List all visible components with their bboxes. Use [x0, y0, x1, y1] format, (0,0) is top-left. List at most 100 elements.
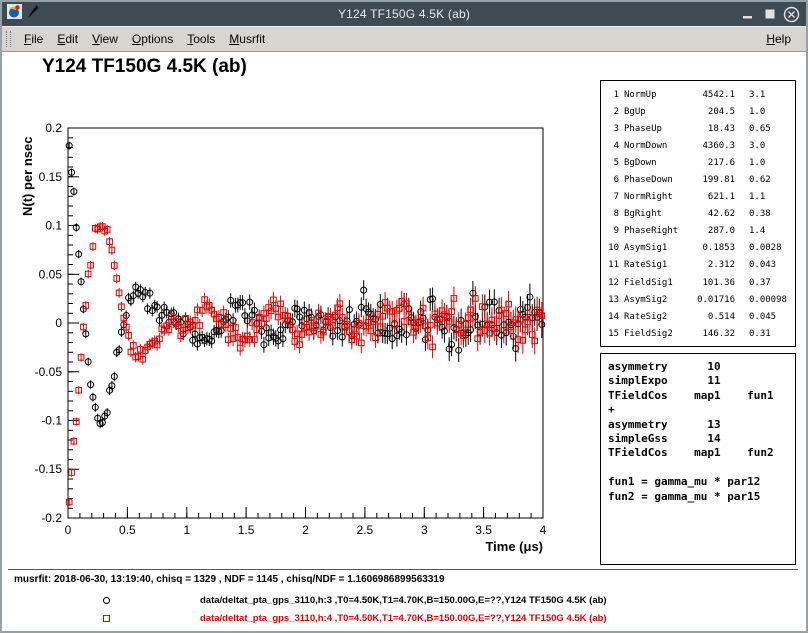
- menu-item-options[interactable]: Options: [125, 27, 180, 51]
- app-window: Y124 TF150G 4.5K (ab) FileEditViewOption…: [0, 0, 808, 633]
- svg-text:0.05: 0.05: [39, 267, 63, 281]
- param-name: BgDown: [619, 158, 695, 168]
- svg-text:-0.1: -0.1: [41, 414, 62, 428]
- menu-item-edit[interactable]: Edit: [50, 27, 85, 51]
- menu-items: FileEditViewOptionsToolsMusrfit: [17, 27, 272, 51]
- param-row: 15FieldSig2146.320.31: [601, 325, 795, 342]
- param-error: 3.0: [735, 141, 795, 151]
- fit-parameters-rows: 1NormUp4542.13.12BgUp204.51.03PhaseUp18.…: [601, 86, 795, 342]
- svg-text:0.5: 0.5: [119, 523, 136, 537]
- param-number: 11: [605, 260, 619, 270]
- menu-items-right: Help: [759, 27, 798, 51]
- legend-text: data/deltat_pta_gps_3110,h:4 ,T0=4.50K,T…: [200, 613, 607, 624]
- param-error: 0.65: [735, 124, 795, 134]
- param-name: NormRight: [619, 192, 695, 202]
- param-value: 18.43: [695, 124, 735, 134]
- param-error: 1.0: [735, 107, 795, 117]
- svg-text:1: 1: [183, 523, 190, 537]
- param-error: 3.1: [735, 90, 795, 100]
- maximize-button[interactable]: [761, 6, 778, 23]
- param-error: 1.4: [735, 226, 795, 236]
- root-app-icon[interactable]: [7, 4, 22, 24]
- param-error: 1.1: [735, 192, 795, 202]
- svg-text:0: 0: [65, 523, 72, 537]
- series-h3: [66, 142, 545, 429]
- param-number: 7: [605, 192, 619, 202]
- svg-text:N(t) per nsec: N(t) per nsec: [20, 137, 35, 216]
- root-canvas: Y124 TF150G 4.5K (ab) 00.511.522.533.54-…: [2, 52, 806, 631]
- param-number: 13: [605, 295, 619, 305]
- menu-item-help[interactable]: Help: [759, 27, 798, 51]
- param-number: 12: [605, 278, 619, 288]
- param-number: 1: [605, 90, 619, 100]
- param-name: PhaseUp: [619, 124, 695, 134]
- param-error: 0.38: [735, 209, 795, 219]
- menu-bar: FileEditViewOptionsToolsMusrfit Help: [2, 26, 806, 52]
- param-value: 2.312: [695, 260, 735, 270]
- param-value: 204.5: [695, 107, 735, 117]
- legend-item: data/deltat_pta_gps_3110,h:4 ,T0=4.50K,T…: [2, 610, 806, 628]
- param-row: 8BgRight42.620.38: [601, 206, 795, 223]
- param-error: 0.045: [735, 312, 795, 322]
- param-row: 13AsymSig20.017160.00098: [601, 291, 795, 308]
- theory-text: asymmetry 10 simplExpo 11 TFieldCos map1…: [608, 360, 795, 504]
- legend: data/deltat_pta_gps_3110,h:3 ,T0=4.50K,T…: [2, 592, 806, 628]
- param-error: 1.0: [735, 158, 795, 168]
- param-value: 0.1853: [695, 243, 735, 253]
- param-number: 4: [605, 141, 619, 151]
- param-row: 3PhaseUp18.430.65: [601, 120, 795, 137]
- title-bar: Y124 TF150G 4.5K (ab): [2, 2, 806, 26]
- theory-box: asymmetry 10 simplExpo 11 TFieldCos map1…: [600, 353, 796, 565]
- svg-text:2.5: 2.5: [357, 523, 374, 537]
- menu-item-file[interactable]: File: [17, 27, 50, 51]
- param-number: 3: [605, 124, 619, 134]
- param-value: 0.01716: [695, 295, 735, 305]
- svg-text:-0.2: -0.2: [41, 511, 62, 525]
- param-row: 10AsymSig10.18530.0028: [601, 240, 795, 257]
- open-square-marker-icon: [103, 615, 110, 622]
- param-error: 0.00098: [735, 295, 795, 305]
- info-divider: [8, 569, 798, 570]
- legend-text: data/deltat_pta_gps_3110,h:3 ,T0=4.50K,T…: [200, 595, 607, 606]
- param-row: 12FieldSig1101.360.37: [601, 274, 795, 291]
- param-number: 10: [605, 243, 619, 253]
- param-row: 6PhaseDown199.810.62: [601, 171, 795, 188]
- param-row: 1NormUp4542.13.1: [601, 86, 795, 103]
- pin-icon[interactable]: [26, 4, 39, 24]
- svg-text:0.2: 0.2: [45, 121, 62, 135]
- param-error: 0.62: [735, 175, 795, 185]
- param-value: 0.514: [695, 312, 735, 322]
- param-value: 199.81: [695, 175, 735, 185]
- legend-item: data/deltat_pta_gps_3110,h:3 ,T0=4.50K,T…: [2, 592, 806, 610]
- param-value: 146.32: [695, 329, 735, 339]
- param-error: 0.0028: [735, 243, 795, 253]
- param-error: 0.043: [735, 260, 795, 270]
- param-number: 5: [605, 158, 619, 168]
- menu-drag-handle[interactable]: [6, 31, 11, 47]
- param-number: 14: [605, 312, 619, 322]
- menu-item-musrfit[interactable]: Musrfit: [222, 27, 272, 51]
- menu-item-tools[interactable]: Tools: [180, 27, 222, 51]
- svg-text:0.1: 0.1: [45, 219, 62, 233]
- svg-text:-0.05: -0.05: [35, 365, 63, 379]
- svg-text:3: 3: [421, 523, 428, 537]
- param-number: 6: [605, 175, 619, 185]
- series-h4: [66, 222, 544, 506]
- open-circle-marker-icon: [103, 597, 110, 604]
- param-number: 15: [605, 329, 619, 339]
- param-name: NormDown: [619, 141, 695, 151]
- param-number: 8: [605, 209, 619, 219]
- param-value: 4542.1: [695, 90, 735, 100]
- menu-item-view[interactable]: View: [85, 27, 125, 51]
- param-row: 11RateSig12.3120.043: [601, 257, 795, 274]
- param-row: 2BgUp204.51.0: [601, 103, 795, 120]
- svg-text:4: 4: [540, 523, 547, 537]
- param-row: 5BgDown217.61.0: [601, 154, 795, 171]
- minimize-button[interactable]: [739, 6, 756, 23]
- plot-area[interactable]: 00.511.522.533.54-0.2-0.15-0.1-0.0500.05…: [2, 52, 602, 572]
- param-error: 0.31: [735, 329, 795, 339]
- param-name: AsymSig1: [619, 243, 695, 253]
- close-button[interactable]: [783, 6, 800, 23]
- param-number: 9: [605, 226, 619, 236]
- param-value: 4360.3: [695, 141, 735, 151]
